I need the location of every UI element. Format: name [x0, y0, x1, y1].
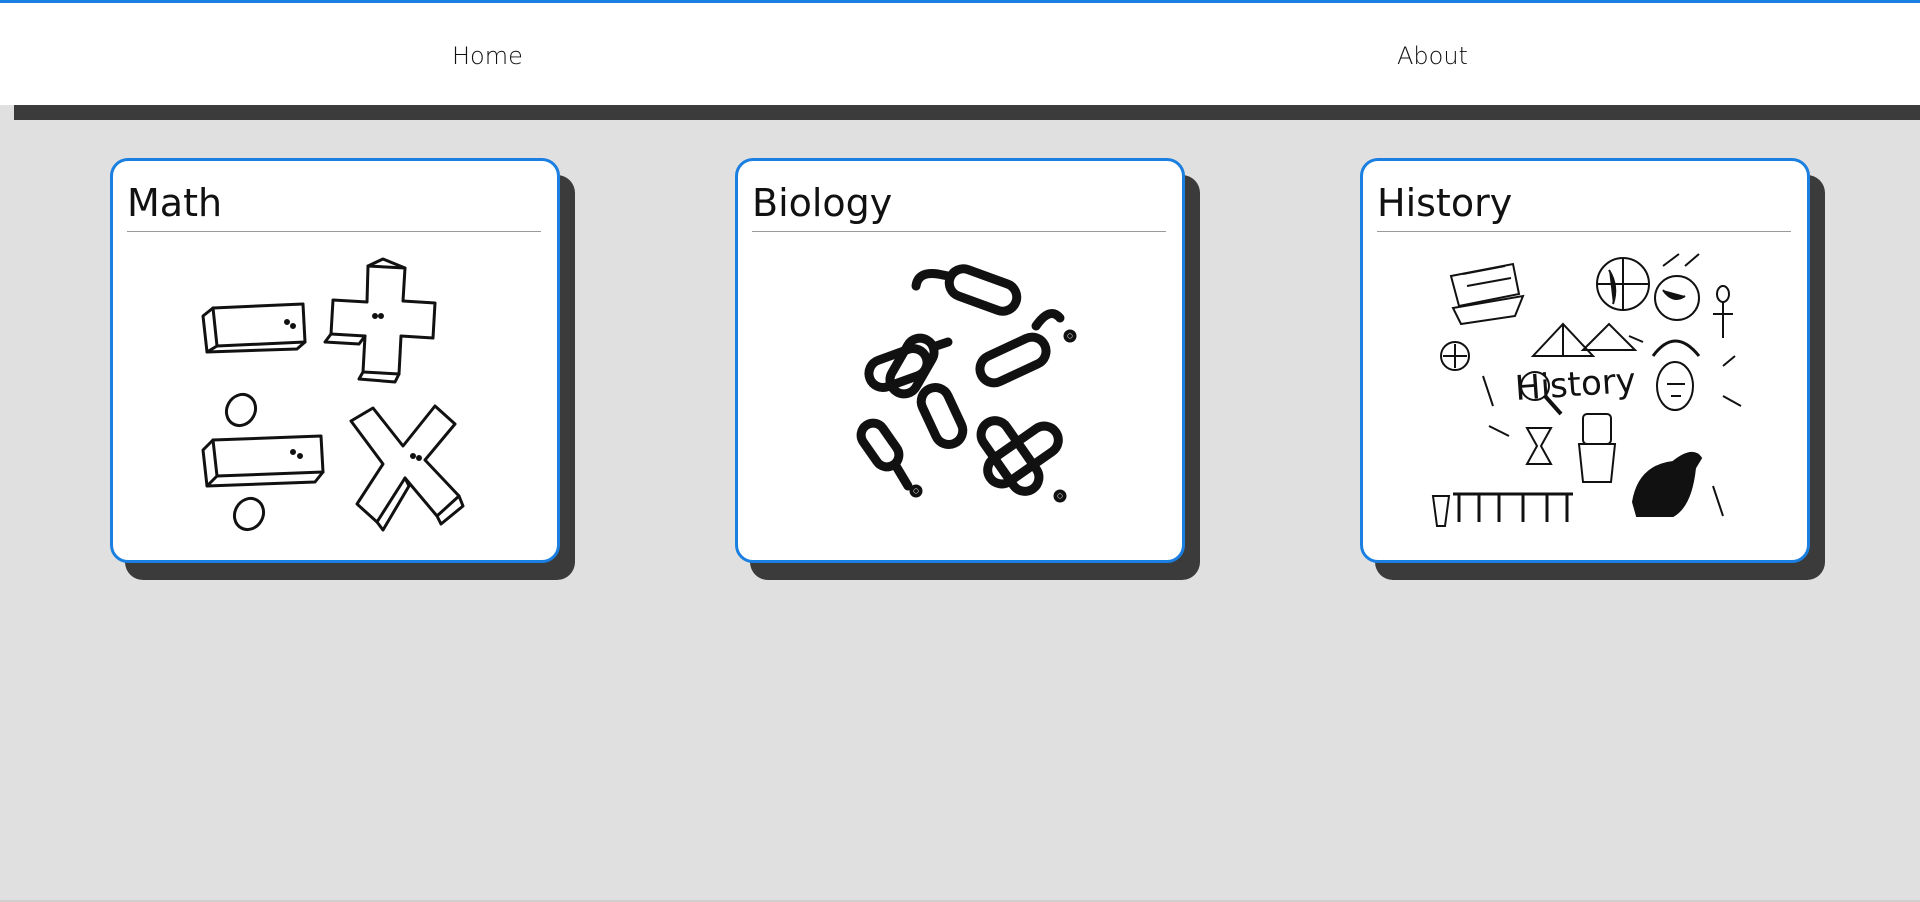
history-doodle-text: History: [1514, 361, 1637, 409]
nav-shadow-bar: [14, 105, 1920, 120]
subject-card-wrapper-math: Math: [110, 158, 575, 580]
card-divider: [127, 231, 541, 232]
nav-about-link[interactable]: About: [1397, 42, 1468, 70]
subject-card-wrapper-biology: Biology: [735, 158, 1200, 580]
bacteria-icon: [798, 246, 1128, 546]
subject-card-history[interactable]: History History: [1360, 158, 1810, 563]
subject-card-math[interactable]: Math: [110, 158, 560, 563]
card-divider: [752, 231, 1166, 232]
card-title: Biology: [752, 181, 893, 225]
card-title: Math: [127, 181, 223, 225]
subject-card-wrapper-history: History History: [1360, 158, 1825, 580]
math-operators-icon: [173, 246, 503, 546]
card-divider: [1377, 231, 1791, 232]
nav-home-link[interactable]: Home: [452, 42, 523, 70]
history-doodles-icon: History: [1423, 246, 1753, 546]
subject-card-biology[interactable]: Biology: [735, 158, 1185, 563]
card-title: History: [1377, 181, 1513, 225]
top-navigation: Home About: [0, 3, 1920, 105]
